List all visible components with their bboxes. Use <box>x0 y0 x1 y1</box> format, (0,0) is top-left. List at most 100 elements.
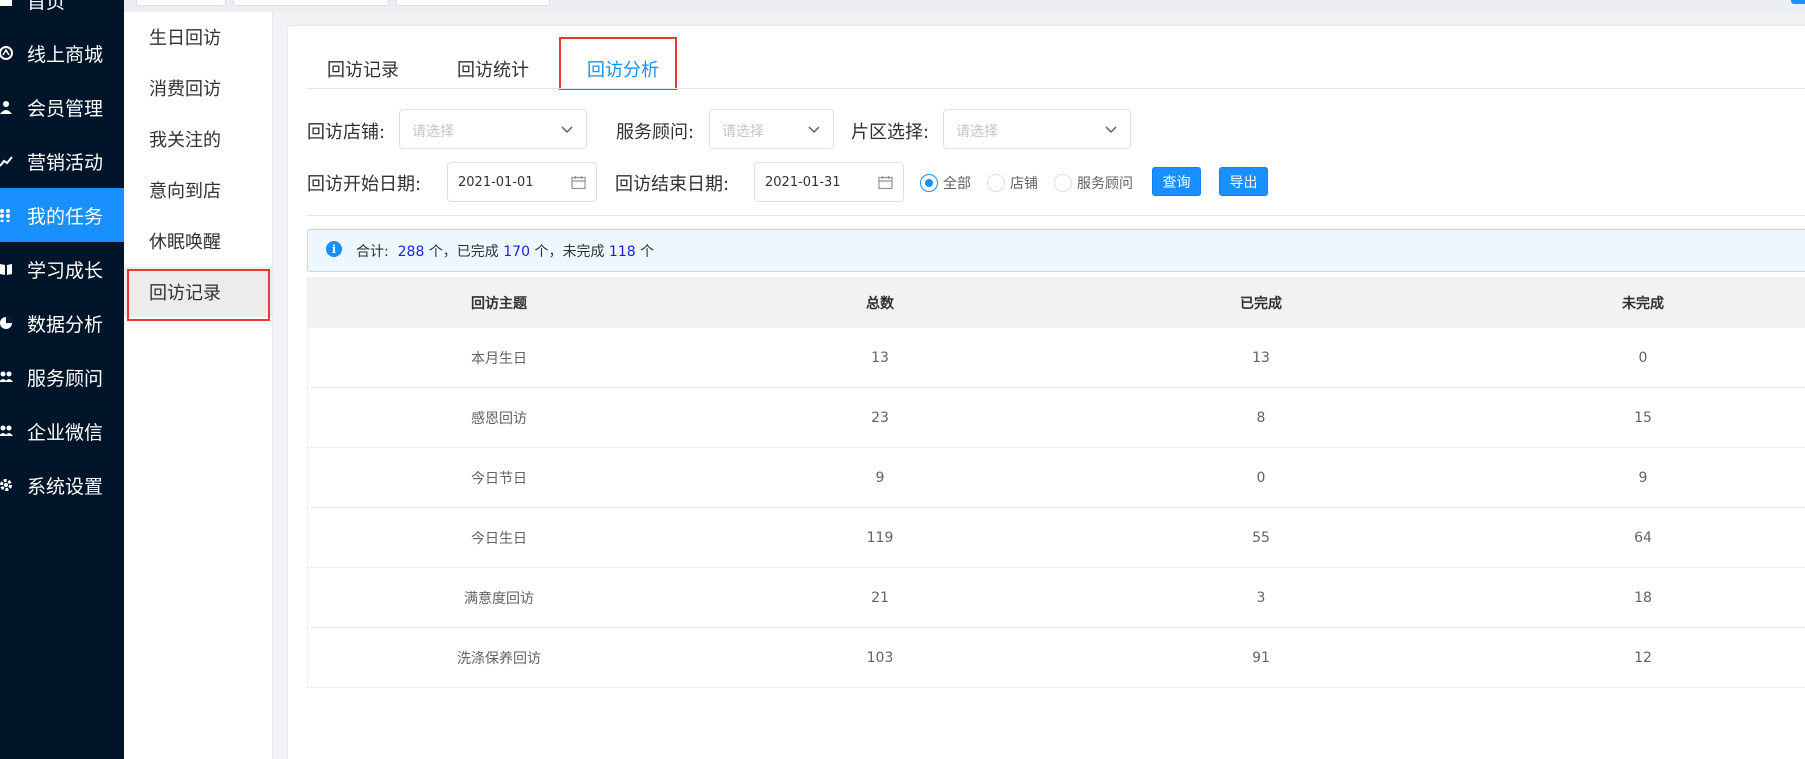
start-date-picker[interactable]: 2021-01-01 <box>447 162 597 202</box>
advisor-select[interactable]: 请选择 <box>709 109 834 149</box>
cell-done: 13 <box>1252 349 1270 366</box>
tab-visit-records[interactable]: 回访记录 <box>327 56 399 82</box>
nav-item-shop[interactable]: 线上商城 <box>0 26 124 80</box>
home-icon <box>0 0 14 9</box>
chevron-down-icon <box>561 126 573 134</box>
summary-unit: 个 <box>640 244 655 260</box>
cell-undone: 12 <box>1634 649 1652 666</box>
nav-label: 系统设置 <box>27 476 104 498</box>
radio-dot[interactable] <box>1054 174 1072 192</box>
analysis-table: 回访主题 总数 已完成 未完成 本月生日 13 13 0 感恩回访 23 8 1… <box>307 277 1805 688</box>
cell-total: 23 <box>871 409 889 426</box>
nav-item-advisors[interactable]: 服务顾问 <box>0 350 124 404</box>
nav-label: 数据分析 <box>27 314 104 336</box>
radio-store[interactable]: 店铺 <box>987 173 1038 193</box>
highlight-box <box>559 37 677 90</box>
cell-total: 13 <box>871 349 889 366</box>
store-select[interactable]: 请选择 <box>399 109 587 149</box>
cell-topic: 洗涤保养回访 <box>457 650 541 667</box>
summary-unit: 个，未完成 <box>534 244 605 260</box>
user-icon <box>0 98 14 116</box>
tab-visit-stats[interactable]: 回访统计 <box>457 56 529 82</box>
start-date-value: 2021-01-01 <box>458 175 534 190</box>
area-select[interactable]: 请选择 <box>943 109 1131 149</box>
nav-item-marketing[interactable]: 营销活动 <box>0 134 124 188</box>
book-icon <box>0 260 14 278</box>
top-tab[interactable] <box>233 0 389 6</box>
summary-done: 170 <box>503 244 530 260</box>
cell-topic: 今日节日 <box>471 470 527 487</box>
cell-done: 55 <box>1252 529 1270 546</box>
nav-item-tasks[interactable]: 我的任务 <box>0 188 124 242</box>
table-row: 今日生日 119 55 64 <box>308 508 1805 568</box>
cell-undone: 64 <box>1634 529 1652 546</box>
top-tab[interactable] <box>136 0 226 6</box>
radio-all[interactable]: 全部 <box>920 173 971 193</box>
store-placeholder: 请选择 <box>412 124 454 140</box>
nav-label: 营销活动 <box>27 152 104 174</box>
radio-dot[interactable] <box>920 174 938 192</box>
nav-label: 服务顾问 <box>27 368 104 390</box>
users-icon <box>0 422 14 440</box>
radio-dot[interactable] <box>987 174 1005 192</box>
pie-chart-icon <box>0 314 14 332</box>
filter-divider <box>307 215 1805 216</box>
chevron-down-icon <box>1105 126 1117 134</box>
export-button[interactable]: 导出 <box>1219 167 1268 196</box>
top-tab[interactable] <box>396 0 550 6</box>
cell-undone: 0 <box>1638 349 1648 366</box>
table-row: 本月生日 13 13 0 <box>308 328 1805 388</box>
cell-done: 91 <box>1252 649 1270 666</box>
nav-item-learning[interactable]: 学习成长 <box>0 242 124 296</box>
cell-total: 103 <box>866 649 894 666</box>
end-date-picker[interactable]: 2021-01-31 <box>754 162 904 202</box>
nav-item-home[interactable]: 首页 <box>0 0 124 27</box>
table-header: 回访主题 总数 已完成 未完成 <box>308 278 1805 328</box>
sub-item-consumption[interactable]: 消费回访 <box>124 63 273 113</box>
calendar-icon <box>571 176 586 190</box>
info-icon: i <box>326 241 342 257</box>
table-row: 满意度回访 21 3 18 <box>308 568 1805 628</box>
header-total: 总数 <box>866 295 894 312</box>
advisor-label: 服务顾问: <box>616 122 695 143</box>
shop-icon <box>0 44 14 62</box>
highlight-box <box>127 269 270 321</box>
summary-text: 合计: 288 个，已完成 170 个，未完成 118 个 <box>356 241 654 261</box>
cell-undone: 15 <box>1634 409 1652 426</box>
nav-item-analytics[interactable]: 数据分析 <box>0 296 124 350</box>
table-row: 今日节日 9 0 9 <box>308 448 1805 508</box>
cell-topic: 感恩回访 <box>471 410 527 427</box>
store-label: 回访店铺: <box>307 122 386 143</box>
cell-undone: 9 <box>1638 469 1648 486</box>
summary-alert: i 合计: 288 个，已完成 170 个，未完成 118 个 <box>307 229 1805 272</box>
nav-item-wecom[interactable]: 企业微信 <box>0 404 124 458</box>
sub-item-intent-visit[interactable]: 意向到店 <box>124 165 273 215</box>
radio-advisor[interactable]: 服务顾问 <box>1054 173 1133 193</box>
sub-item-following[interactable]: 我关注的 <box>124 114 273 164</box>
cell-total: 9 <box>875 469 885 486</box>
nav-label: 会员管理 <box>27 98 104 120</box>
nav-label: 线上商城 <box>27 44 104 66</box>
nav-item-members[interactable]: 会员管理 <box>0 80 124 134</box>
grid-icon <box>0 206 14 224</box>
header-done: 已完成 <box>1240 295 1282 312</box>
nav-item-settings[interactable]: 系统设置 <box>0 458 124 512</box>
end-date-value: 2021-01-31 <box>765 175 841 190</box>
gear-icon <box>0 476 14 494</box>
tabs-divider <box>307 88 1805 89</box>
trend-icon <box>0 152 14 170</box>
advisor-placeholder: 请选择 <box>722 124 764 140</box>
sub-menu: 生日回访 消费回访 我关注的 意向到店 休眠唤醒 回访记录 <box>124 12 273 759</box>
nav-label: 我的任务 <box>27 206 104 228</box>
radio-label: 全部 <box>943 176 971 192</box>
table-row: 洗涤保养回访 103 91 12 <box>308 628 1805 688</box>
sub-item-birthday[interactable]: 生日回访 <box>124 12 273 62</box>
cell-done: 8 <box>1256 409 1266 426</box>
query-button[interactable]: 查询 <box>1152 167 1201 196</box>
area-label: 片区选择: <box>851 122 930 143</box>
radio-label: 店铺 <box>1010 176 1038 192</box>
nav-label: 学习成长 <box>27 260 104 282</box>
sub-item-dormant-wake[interactable]: 休眠唤醒 <box>124 216 273 266</box>
start-date-label: 回访开始日期: <box>307 174 422 195</box>
cell-topic: 本月生日 <box>471 350 527 367</box>
